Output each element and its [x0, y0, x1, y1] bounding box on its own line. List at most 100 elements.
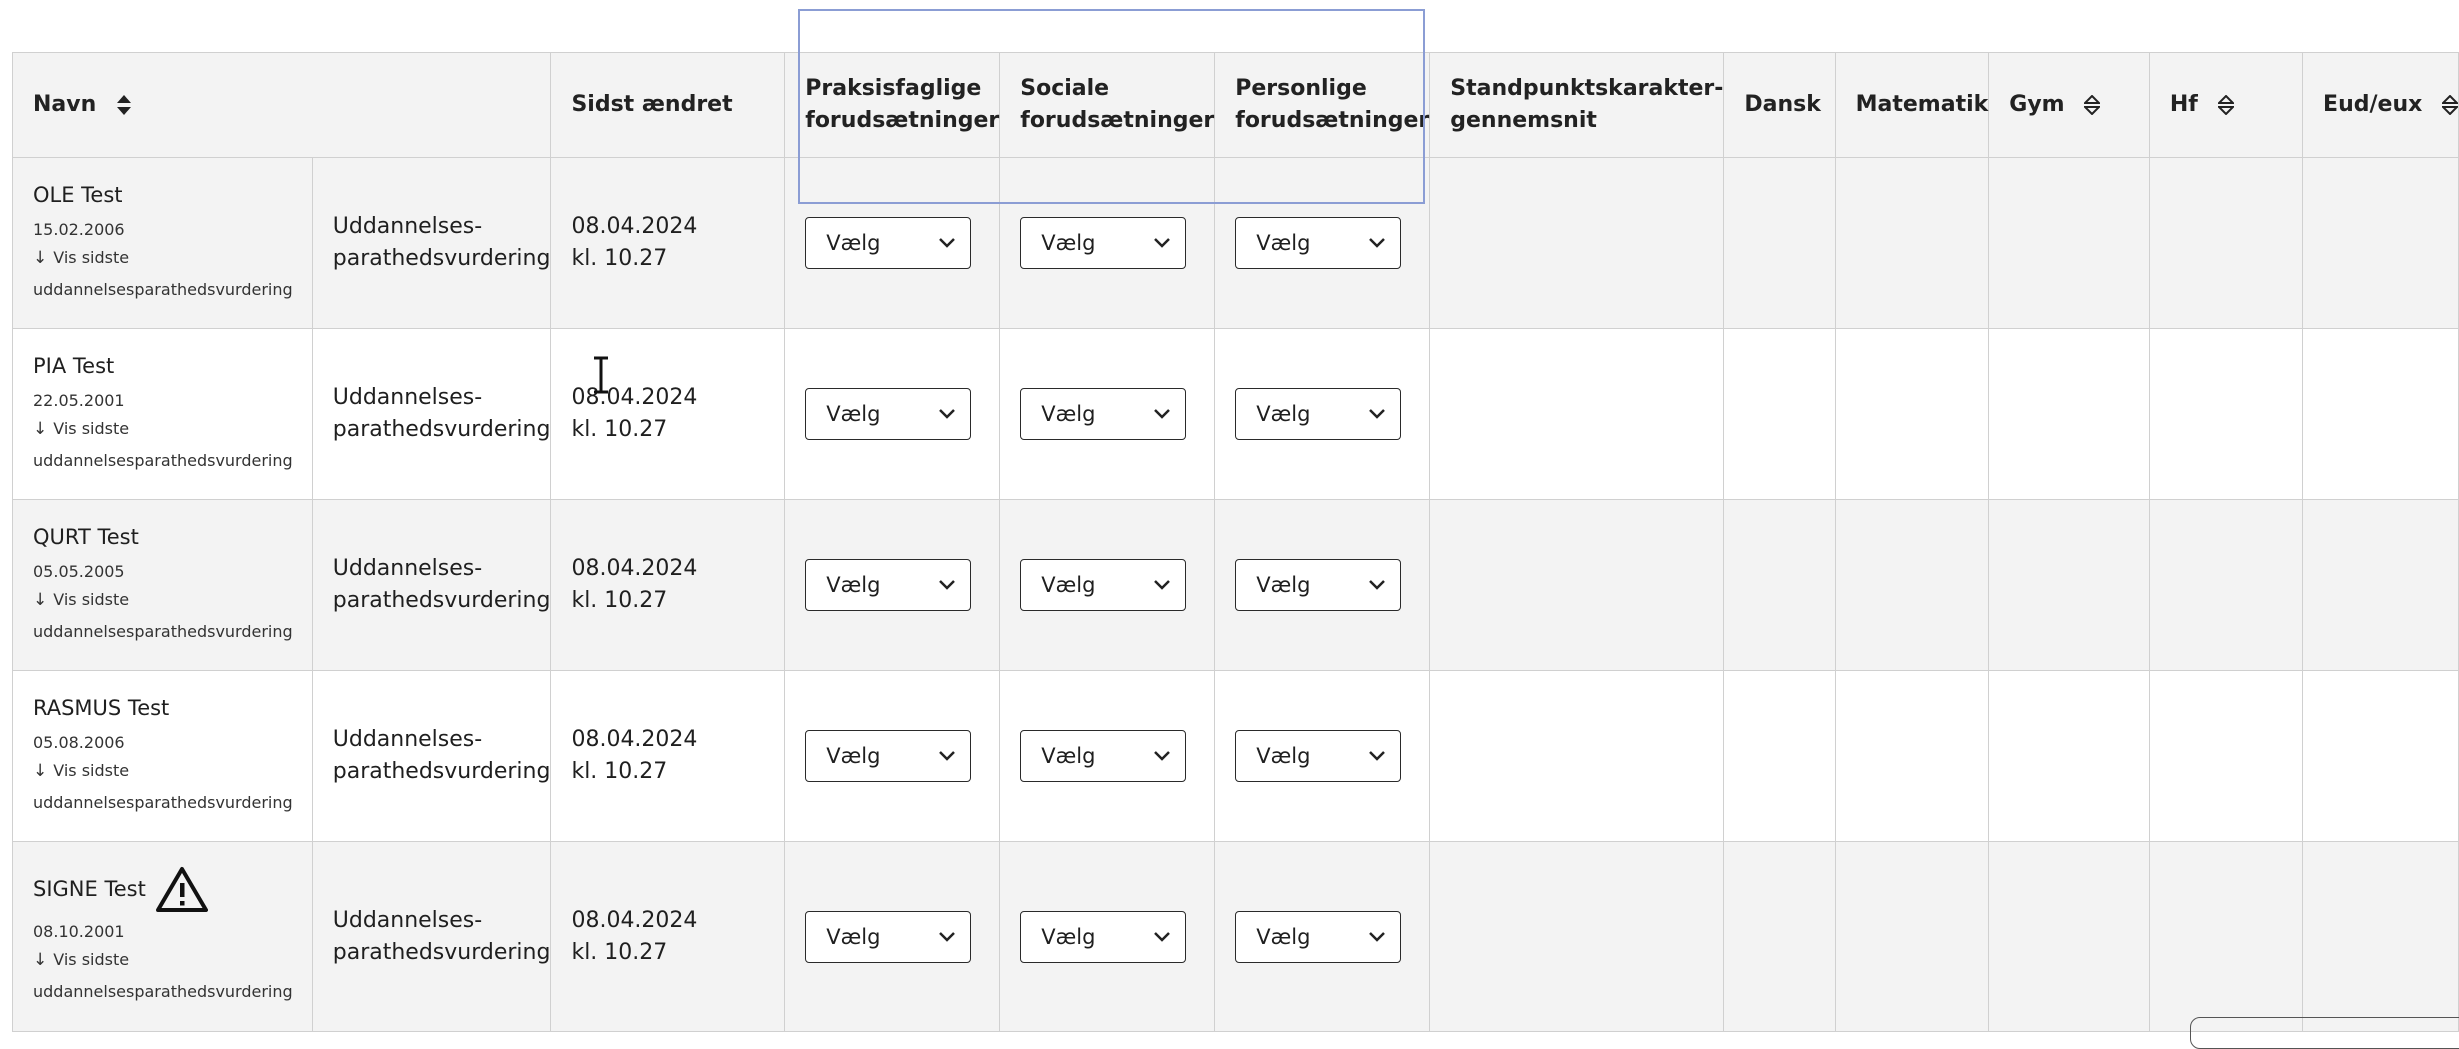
matematik-cell	[1834, 670, 1990, 842]
changed-time: kl. 10.27	[571, 939, 668, 965]
praksisfaglige-cell: Vælg	[784, 328, 1001, 500]
personlige-cell: Vælg	[1214, 670, 1431, 842]
select-value: Vælg	[826, 573, 881, 597]
vis-sidste-link[interactable]: ↓ Vis sidste	[33, 584, 312, 616]
sociale-select[interactable]: Vælg	[1020, 559, 1187, 611]
eud-cell	[2302, 499, 2459, 671]
select-value: Vælg	[1256, 744, 1311, 768]
personlige-cell: Vælg	[1214, 499, 1431, 671]
vis-sidste-label-2[interactable]: uddannelsesparathedsvurdering	[33, 976, 312, 1008]
changed-date: 08.04.2024	[571, 556, 698, 581]
column-header-navn[interactable]: Navn	[11, 52, 552, 158]
eud-cell	[2302, 670, 2459, 842]
gym-cell	[1988, 157, 2150, 329]
sort-icon[interactable]	[2084, 95, 2101, 115]
column-header-personlige-line2: forudsætninger	[1235, 108, 1430, 133]
vis-sidste-link[interactable]: ↓ Vis sidste	[33, 944, 312, 976]
column-header-standpunkt: Standpunktskarakter- gennemsnit	[1429, 52, 1725, 158]
select-value: Vælg	[1256, 402, 1311, 426]
vis-sidste-label: Vis sidste	[53, 419, 130, 438]
type-line2: parathedsvurdering	[332, 588, 551, 613]
dansk-cell	[1723, 499, 1836, 671]
personlige-cell: Vælg	[1214, 157, 1431, 329]
column-header-eud-label: Eud/eux	[2323, 92, 2423, 117]
changed-cell: 08.04.2024 kl. 10.27	[550, 328, 786, 500]
column-header-eud[interactable]: Eud/eux	[2302, 52, 2459, 158]
changed-time: kl. 10.27	[571, 246, 668, 271]
praksisfaglige-select[interactable]: Vælg	[805, 388, 972, 440]
column-header-gym[interactable]: Gym	[1988, 52, 2150, 158]
column-header-sociale-line1: Sociale	[1020, 76, 1110, 101]
sort-icon[interactable]	[2441, 95, 2458, 115]
vis-sidste-label: Vis sidste	[53, 949, 130, 969]
dansk-cell	[1723, 841, 1836, 1032]
personlige-cell: Vælg	[1214, 328, 1431, 500]
type-cell: Uddannelses- parathedsvurdering	[311, 328, 552, 500]
vis-sidste-label-2[interactable]: uddannelsesparathedsvurdering	[33, 274, 312, 306]
arrow-down-icon: ↓	[33, 949, 48, 970]
matematik-cell	[1834, 841, 1990, 1032]
praksisfaglige-select[interactable]: Vælg	[805, 559, 972, 611]
chevron-down-icon	[1369, 409, 1386, 419]
sociale-select[interactable]: Vælg	[1020, 910, 1187, 963]
dansk-cell	[1723, 157, 1836, 329]
arrow-down-icon: ↓	[33, 248, 48, 268]
standpunkt-cell	[1429, 157, 1725, 329]
personlige-select[interactable]: Vælg	[1235, 217, 1402, 269]
column-header-hf-label: Hf	[2169, 92, 2198, 117]
vis-sidste-label: Vis sidste	[53, 248, 130, 267]
hf-cell	[2148, 157, 2304, 329]
select-value: Vælg	[1256, 231, 1311, 255]
student-name: RASMUS Test	[33, 696, 170, 720]
column-header-navn-label: Navn	[33, 92, 97, 117]
sociale-select[interactable]: Vælg	[1020, 388, 1187, 440]
sort-icon[interactable]	[116, 94, 132, 116]
column-header-standpunkt-line2: gennemsnit	[1450, 108, 1597, 133]
praksisfaglige-select[interactable]: Vælg	[805, 730, 972, 782]
type-cell: Uddannelses- parathedsvurdering	[311, 157, 552, 329]
column-header-sidst-aendret-label: Sidst ændret	[571, 92, 733, 117]
sociale-select[interactable]: Vælg	[1020, 217, 1187, 269]
column-header-hf[interactable]: Hf	[2148, 52, 2304, 158]
sort-icon[interactable]	[2217, 95, 2234, 115]
chevron-down-icon	[1154, 931, 1171, 942]
chevron-down-icon	[1154, 580, 1171, 590]
type-line1: Uddannelses-	[332, 907, 483, 933]
type-line1: Uddannelses-	[332, 214, 483, 239]
hf-cell	[2148, 670, 2304, 842]
praksisfaglige-cell: Vælg	[784, 157, 1001, 329]
student-cell: SIGNE Test 08.10.2001 ↓ Vis sidste uddann…	[12, 841, 313, 1032]
changed-date: 08.04.2024	[571, 214, 698, 239]
column-header-dansk-label: Dansk	[1744, 92, 1821, 117]
personlige-select[interactable]: Vælg	[1235, 559, 1402, 611]
warning-icon	[155, 866, 208, 912]
vis-sidste-label-2[interactable]: uddannelsesparathedsvurdering	[33, 445, 312, 477]
personlige-select[interactable]: Vælg	[1235, 910, 1402, 963]
hf-cell	[2148, 841, 2304, 1032]
vis-sidste-link[interactable]: ↓ Vis sidste	[33, 413, 312, 445]
vis-sidste-label-2[interactable]: uddannelsesparathedsvurdering	[33, 787, 312, 819]
sociale-select[interactable]: Vælg	[1020, 730, 1187, 782]
student-cell: OLE Test 15.02.2006 ↓ Vis sidste uddannel…	[12, 157, 313, 329]
table-row: OLE Test 15.02.2006 ↓ Vis sidste uddannel…	[12, 157, 2459, 329]
vis-sidste-link[interactable]: ↓ Vis sidste	[33, 755, 312, 787]
vis-sidste-label-2[interactable]: uddannelsesparathedsvurdering	[33, 616, 312, 648]
chevron-down-icon	[1154, 751, 1171, 761]
select-value: Vælg	[1256, 573, 1311, 597]
students-table: Navn Sidst ændret Praksisfaglige forudsæ…	[11, 52, 2459, 1032]
table-header-row: Navn Sidst ændret Praksisfaglige forudsæ…	[11, 52, 2459, 158]
personlige-select[interactable]: Vælg	[1235, 730, 1402, 782]
changed-cell: 08.04.2024 kl. 10.27	[550, 499, 786, 671]
personlige-cell: Vælg	[1214, 841, 1431, 1032]
praksisfaglige-select[interactable]: Vælg	[805, 910, 972, 963]
changed-cell: 08.04.2024 kl. 10.27	[550, 841, 786, 1032]
select-value: Vælg	[1041, 231, 1096, 255]
select-value: Vælg	[826, 402, 881, 426]
changed-cell: 08.04.2024 kl. 10.27	[550, 157, 786, 329]
type-line2: parathedsvurdering	[332, 759, 551, 784]
student-name: PIA Test	[33, 354, 115, 378]
chevron-down-icon	[1154, 238, 1171, 248]
vis-sidste-link[interactable]: ↓ Vis sidste	[33, 242, 312, 274]
personlige-select[interactable]: Vælg	[1235, 388, 1402, 440]
praksisfaglige-select[interactable]: Vælg	[805, 217, 972, 269]
